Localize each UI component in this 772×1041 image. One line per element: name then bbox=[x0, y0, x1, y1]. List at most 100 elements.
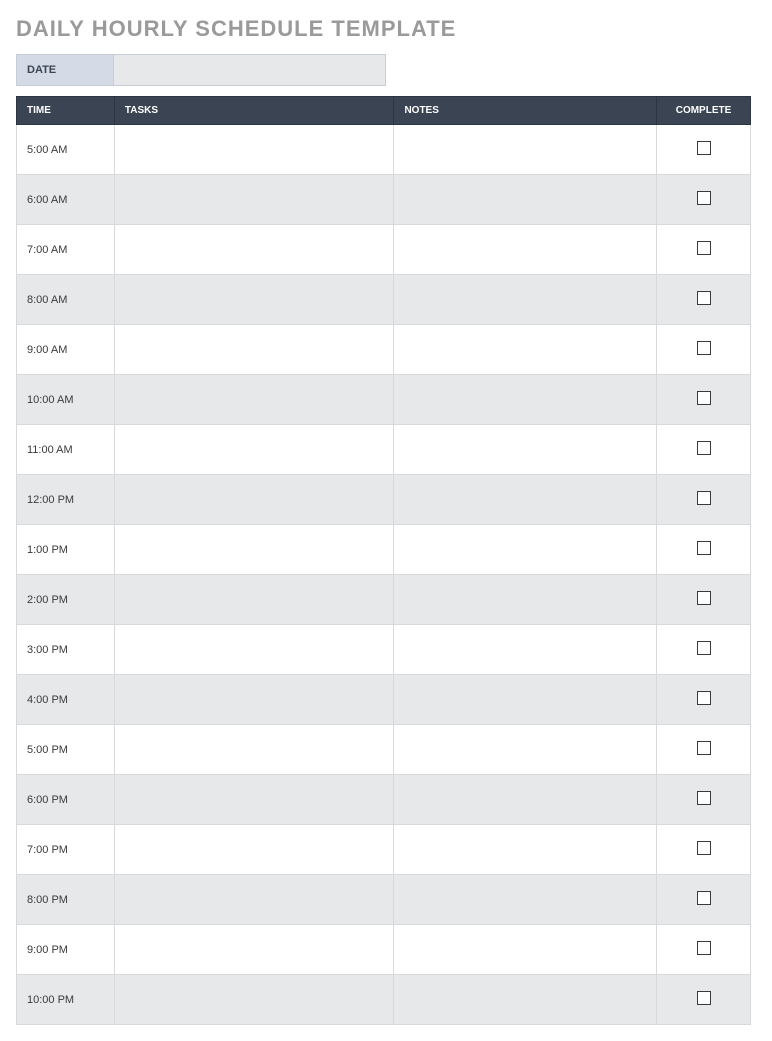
tasks-cell[interactable] bbox=[114, 225, 394, 275]
complete-checkbox[interactable] bbox=[697, 841, 711, 855]
tasks-cell[interactable] bbox=[114, 775, 394, 825]
table-row: 10:00 AM bbox=[17, 375, 751, 425]
complete-cell bbox=[657, 425, 751, 475]
complete-cell bbox=[657, 475, 751, 525]
notes-cell[interactable] bbox=[394, 575, 657, 625]
tasks-cell[interactable] bbox=[114, 725, 394, 775]
notes-cell[interactable] bbox=[394, 525, 657, 575]
tasks-cell[interactable] bbox=[114, 325, 394, 375]
tasks-cell[interactable] bbox=[114, 825, 394, 875]
date-row: DATE bbox=[16, 54, 386, 86]
complete-checkbox[interactable] bbox=[697, 791, 711, 805]
time-cell: 6:00 AM bbox=[17, 175, 115, 225]
time-cell: 12:00 PM bbox=[17, 475, 115, 525]
notes-cell[interactable] bbox=[394, 375, 657, 425]
notes-cell[interactable] bbox=[394, 225, 657, 275]
tasks-cell[interactable] bbox=[114, 475, 394, 525]
complete-cell bbox=[657, 225, 751, 275]
complete-checkbox[interactable] bbox=[697, 941, 711, 955]
notes-cell[interactable] bbox=[394, 975, 657, 1025]
tasks-cell[interactable] bbox=[114, 525, 394, 575]
notes-cell[interactable] bbox=[394, 875, 657, 925]
header-row: TIME TASKS NOTES COMPLETE bbox=[17, 97, 751, 125]
tasks-cell[interactable] bbox=[114, 575, 394, 625]
complete-cell bbox=[657, 625, 751, 675]
complete-cell bbox=[657, 325, 751, 375]
tasks-cell[interactable] bbox=[114, 425, 394, 475]
complete-cell bbox=[657, 175, 751, 225]
notes-cell[interactable] bbox=[394, 675, 657, 725]
table-row: 8:00 PM bbox=[17, 875, 751, 925]
table-row: 4:00 PM bbox=[17, 675, 751, 725]
table-row: 6:00 AM bbox=[17, 175, 751, 225]
tasks-cell[interactable] bbox=[114, 125, 394, 175]
table-row: 8:00 AM bbox=[17, 275, 751, 325]
complete-checkbox[interactable] bbox=[697, 741, 711, 755]
notes-cell[interactable] bbox=[394, 625, 657, 675]
complete-cell bbox=[657, 675, 751, 725]
header-time: TIME bbox=[17, 97, 115, 125]
time-cell: 5:00 AM bbox=[17, 125, 115, 175]
notes-cell[interactable] bbox=[394, 925, 657, 975]
header-tasks: TASKS bbox=[114, 97, 394, 125]
complete-checkbox[interactable] bbox=[697, 541, 711, 555]
notes-cell[interactable] bbox=[394, 125, 657, 175]
complete-checkbox[interactable] bbox=[697, 491, 711, 505]
notes-cell[interactable] bbox=[394, 775, 657, 825]
table-row: 5:00 PM bbox=[17, 725, 751, 775]
time-cell: 8:00 AM bbox=[17, 275, 115, 325]
time-cell: 10:00 AM bbox=[17, 375, 115, 425]
date-input[interactable] bbox=[114, 54, 386, 86]
time-cell: 9:00 AM bbox=[17, 325, 115, 375]
complete-cell bbox=[657, 575, 751, 625]
time-cell: 9:00 PM bbox=[17, 925, 115, 975]
notes-cell[interactable] bbox=[394, 475, 657, 525]
tasks-cell[interactable] bbox=[114, 375, 394, 425]
complete-checkbox[interactable] bbox=[697, 591, 711, 605]
tasks-cell[interactable] bbox=[114, 275, 394, 325]
schedule-table: TIME TASKS NOTES COMPLETE 5:00 AM6:00 AM… bbox=[16, 96, 751, 1025]
table-row: 1:00 PM bbox=[17, 525, 751, 575]
time-cell: 1:00 PM bbox=[17, 525, 115, 575]
complete-cell bbox=[657, 775, 751, 825]
time-cell: 3:00 PM bbox=[17, 625, 115, 675]
time-cell: 11:00 AM bbox=[17, 425, 115, 475]
complete-checkbox[interactable] bbox=[697, 891, 711, 905]
complete-checkbox[interactable] bbox=[697, 641, 711, 655]
tasks-cell[interactable] bbox=[114, 675, 394, 725]
tasks-cell[interactable] bbox=[114, 875, 394, 925]
table-row: 2:00 PM bbox=[17, 575, 751, 625]
complete-cell bbox=[657, 125, 751, 175]
notes-cell[interactable] bbox=[394, 275, 657, 325]
tasks-cell[interactable] bbox=[114, 175, 394, 225]
notes-cell[interactable] bbox=[394, 725, 657, 775]
date-label: DATE bbox=[16, 54, 114, 86]
table-row: 6:00 PM bbox=[17, 775, 751, 825]
complete-checkbox[interactable] bbox=[697, 141, 711, 155]
notes-cell[interactable] bbox=[394, 325, 657, 375]
page-title: DAILY HOURLY SCHEDULE TEMPLATE bbox=[16, 16, 756, 42]
notes-cell[interactable] bbox=[394, 425, 657, 475]
table-row: 7:00 PM bbox=[17, 825, 751, 875]
complete-checkbox[interactable] bbox=[697, 691, 711, 705]
notes-cell[interactable] bbox=[394, 825, 657, 875]
header-notes: NOTES bbox=[394, 97, 657, 125]
tasks-cell[interactable] bbox=[114, 925, 394, 975]
complete-checkbox[interactable] bbox=[697, 291, 711, 305]
complete-cell bbox=[657, 375, 751, 425]
complete-checkbox[interactable] bbox=[697, 191, 711, 205]
header-complete: COMPLETE bbox=[657, 97, 751, 125]
time-cell: 7:00 PM bbox=[17, 825, 115, 875]
complete-checkbox[interactable] bbox=[697, 441, 711, 455]
complete-checkbox[interactable] bbox=[697, 341, 711, 355]
complete-checkbox[interactable] bbox=[697, 991, 711, 1005]
complete-cell bbox=[657, 525, 751, 575]
time-cell: 5:00 PM bbox=[17, 725, 115, 775]
complete-cell bbox=[657, 725, 751, 775]
tasks-cell[interactable] bbox=[114, 975, 394, 1025]
complete-checkbox[interactable] bbox=[697, 241, 711, 255]
notes-cell[interactable] bbox=[394, 175, 657, 225]
complete-checkbox[interactable] bbox=[697, 391, 711, 405]
tasks-cell[interactable] bbox=[114, 625, 394, 675]
complete-cell bbox=[657, 875, 751, 925]
